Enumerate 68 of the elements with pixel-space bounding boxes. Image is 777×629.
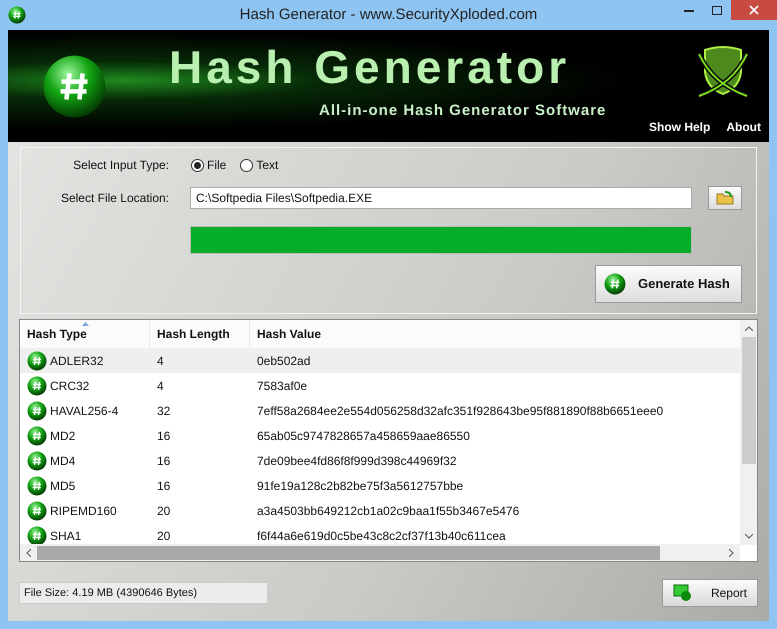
table-cell-text: MD5: [50, 478, 76, 494]
table-cell-text: 91fe19a128c2b82be75f3a5612757bbe: [256, 478, 464, 494]
table-cell-text: RIPEMD160: [50, 502, 117, 520]
table-cell-text: a3a4503bb649212cb1a02c9baa1f55b3467e5476: [256, 502, 520, 520]
table-cell-text: 4: [156, 378, 165, 394]
file-size-status: File Size: 4.19 MB (4390646 Bytes): [19, 582, 268, 604]
radio-button[interactable]: [191, 158, 204, 172]
hash-icon: [27, 376, 47, 396]
table-cell-text: 0eb502ad: [256, 352, 312, 370]
scroll-down-icon: [744, 534, 752, 539]
table-cell-text: 4: [156, 352, 165, 370]
table-cell-text: MD2: [50, 428, 76, 444]
scroll-left-icon: [26, 548, 31, 556]
file-path-field[interactable]: C:\Softpedia Files\Softpedia.EXE: [190, 187, 692, 209]
table-cell-text: 16: [156, 478, 172, 494]
generate-hash-button[interactable]: Generate Hash: [595, 265, 742, 303]
table-row[interactable]: ADLER32 4 0eb502ad: [20, 348, 740, 373]
hash-icon: [27, 350, 47, 370]
report-icon: [673, 584, 693, 602]
vertical-scrollbar[interactable]: [740, 320, 757, 545]
folder-icon: [716, 191, 734, 205]
hash-icon: [27, 526, 47, 544]
radio-button[interactable]: [240, 158, 254, 172]
logo-icon: [42, 54, 107, 118]
maximize-icon: [712, 6, 722, 14]
table-cell-text: 7de09bee4fd86f8f999d398c44969f32: [256, 452, 458, 470]
table-cell-text: 65ab05c9747828657a458659aae86550: [256, 428, 471, 444]
sort-icon: [82, 322, 89, 326]
field-label: Select Input Type:: [72, 157, 169, 174]
banner-link[interactable]: About: [726, 118, 761, 136]
table-cell-text: SHA1: [50, 528, 82, 544]
scroll-thumb[interactable]: [742, 337, 756, 464]
hash-ball-icon: [604, 273, 626, 295]
hash-icon: [27, 450, 47, 470]
horizontal-scrollbar[interactable]: [20, 544, 740, 561]
table-cell-text: HAVAL256-4: [50, 402, 118, 420]
hash-icon: [27, 400, 47, 420]
table-cell-text: CRC32: [50, 378, 90, 394]
close-icon: [749, 5, 759, 15]
table-cell-text: 16: [156, 428, 172, 444]
radio-option[interactable]: Text: [240, 156, 278, 174]
hash-icon: [27, 500, 47, 520]
table-cell-text: 32: [156, 402, 172, 420]
column-header[interactable]: Hash Value: [250, 320, 740, 348]
hash-icon: [27, 426, 47, 446]
hash-icon: [27, 476, 47, 496]
close-button[interactable]: [731, 0, 777, 20]
table-cell-text: 20: [156, 528, 172, 544]
scroll-up-icon: [744, 326, 752, 331]
table-cell-text: 16: [156, 452, 172, 470]
table-cell-text: 20: [156, 502, 172, 520]
banner-title: Hash Generator: [169, 44, 572, 90]
window-title: Hash Generator - www.SecurityXploded.com: [238, 4, 538, 25]
banner-subtitle: All-in-one Hash Generator Software: [319, 100, 606, 121]
app-icon: [8, 6, 26, 24]
table-cell-text: MD4: [50, 452, 76, 470]
table-cell-text: 7583af0e: [256, 378, 308, 394]
scroll-thumb[interactable]: [37, 546, 660, 560]
browse-button[interactable]: [708, 186, 742, 210]
table-cell-text: 7eff58a2684ee2e554d056258d32afc351f928643be95f881890f88b6651eee0: [256, 402, 664, 420]
radio-option[interactable]: File: [191, 156, 226, 174]
field-label: Select File Location:: [60, 190, 169, 207]
report-button[interactable]: Report: [662, 579, 758, 607]
minimize-icon: [684, 8, 694, 12]
banner-link[interactable]: Show Help: [649, 118, 710, 136]
table-cell-text: ADLER32: [50, 352, 104, 370]
scroll-right-icon: [729, 548, 734, 556]
table-cell-text: f6f44a6e619d0c5be43c8c2cf37f13b40c611cea: [256, 528, 507, 544]
